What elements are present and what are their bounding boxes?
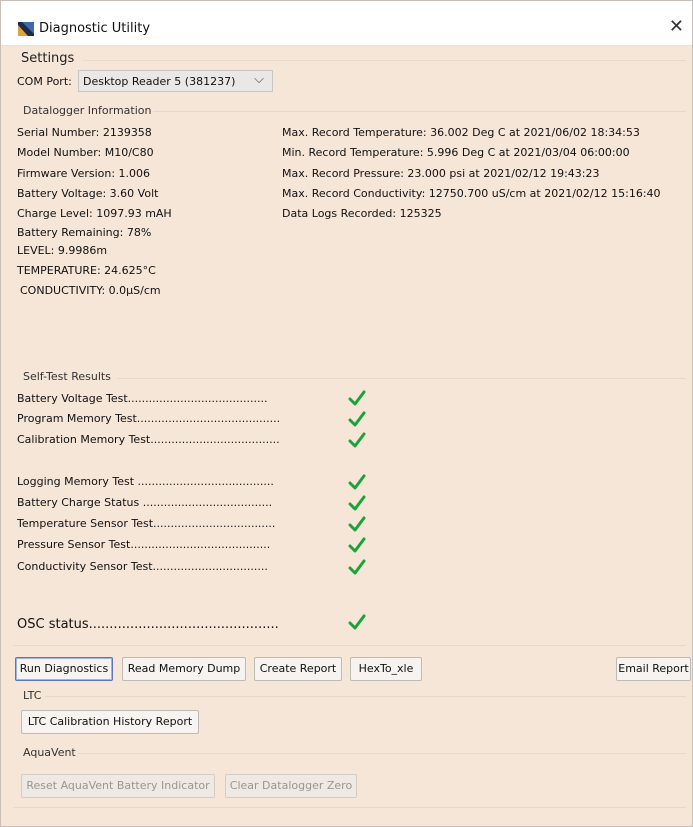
max-record-temperature: Max. Record Temperature: 36.002 Deg C at…	[282, 126, 640, 139]
test-calibration-memory: Calibration Memory Test.................…	[17, 433, 280, 446]
window-title: Diagnostic Utility	[39, 21, 151, 36]
conductivity-reading: CONDUCTIVITY: 0.0µS/cm	[20, 284, 161, 297]
title-bar: Diagnostic Utility ✕	[1, 1, 692, 46]
level-reading: LEVEL: 9.9986m	[17, 244, 108, 257]
battery-voltage: Battery Voltage: 3.60 Volt	[17, 187, 159, 200]
email-report-button[interactable]: Email Report	[616, 657, 691, 681]
min-record-temperature: Min. Record Temperature: 5.996 Deg C at …	[282, 146, 630, 159]
test-temperature-sensor: Temperature Sensor Test.................…	[17, 517, 276, 530]
clear-datalogger-zero-button[interactable]: Clear Datalogger Zero	[225, 774, 357, 798]
test-conductivity-sensor: Conductivity Sensor Test................…	[17, 560, 268, 573]
check-icon	[348, 537, 366, 553]
diagnostic-utility-window: Diagnostic Utility ✕ Settings COM Port: …	[0, 0, 693, 827]
charge-level: Charge Level: 1097.93 mAH	[17, 207, 172, 220]
datalogger-divider	[153, 111, 686, 112]
test-logging-memory: Logging Memory Test ....................…	[17, 475, 274, 488]
test-pressure-sensor: Pressure Sensor Test....................…	[17, 538, 271, 551]
actions-divider	[13, 645, 686, 646]
settings-divider	[83, 60, 686, 61]
model-number: Model Number: M10/C80	[17, 146, 154, 159]
max-record-conductivity: Max. Record Conductivity: 12750.700 uS/c…	[282, 187, 661, 200]
firmware-version: Firmware Version: 1.006	[17, 167, 151, 180]
check-icon	[348, 516, 366, 532]
check-icon	[348, 495, 366, 511]
check-icon	[348, 559, 366, 575]
check-icon	[348, 390, 366, 406]
ltc-divider	[45, 696, 686, 697]
selftest-divider	[117, 378, 686, 379]
run-diagnostics-button[interactable]: Run Diagnostics	[15, 657, 113, 681]
read-memory-dump-button[interactable]: Read Memory Dump	[122, 657, 246, 681]
check-icon	[348, 474, 366, 490]
close-icon[interactable]: ✕	[669, 17, 684, 37]
battery-remaining: Battery Remaining: 78%	[17, 226, 152, 239]
aquavent-heading: AquaVent	[23, 746, 76, 759]
bottom-divider	[13, 807, 686, 808]
check-icon	[348, 614, 366, 630]
data-logs-recorded: Data Logs Recorded: 125325	[282, 207, 442, 220]
test-program-memory: Program Memory Test.....................…	[17, 412, 281, 425]
selftest-heading: Self-Test Results	[23, 370, 111, 383]
hexto-xle-button[interactable]: HexTo_xle	[350, 657, 422, 681]
com-port-select[interactable]: Desktop Reader 5 (381237) ⌵	[78, 70, 273, 92]
create-report-button[interactable]: Create Report	[254, 657, 342, 681]
check-icon	[348, 411, 366, 427]
app-logo-icon	[18, 22, 34, 36]
check-icon	[348, 432, 366, 448]
datalogger-heading: Datalogger Information	[23, 104, 152, 117]
max-record-pressure: Max. Record Pressure: 23.000 psi at 2021…	[282, 167, 600, 180]
aquavent-divider	[78, 753, 686, 754]
test-battery-charge: Battery Charge Status ..................…	[17, 496, 273, 509]
ltc-calibration-history-button[interactable]: LTC Calibration History Report	[21, 710, 199, 734]
reset-aquavent-battery-button[interactable]: Reset AquaVent Battery Indicator	[21, 774, 215, 798]
ltc-heading: LTC	[23, 689, 42, 702]
settings-heading: Settings	[21, 51, 75, 66]
com-port-label: COM Port:	[17, 75, 72, 88]
osc-status-label: OSC status..............................…	[17, 617, 279, 632]
chevron-down-icon: ⌵	[254, 72, 264, 87]
serial-number: Serial Number: 2139358	[17, 126, 152, 139]
com-port-value: Desktop Reader 5 (381237)	[83, 75, 236, 88]
temperature-reading: TEMPERATURE: 24.625°C	[17, 264, 156, 277]
test-battery-voltage: Battery Voltage Test....................…	[17, 392, 268, 405]
